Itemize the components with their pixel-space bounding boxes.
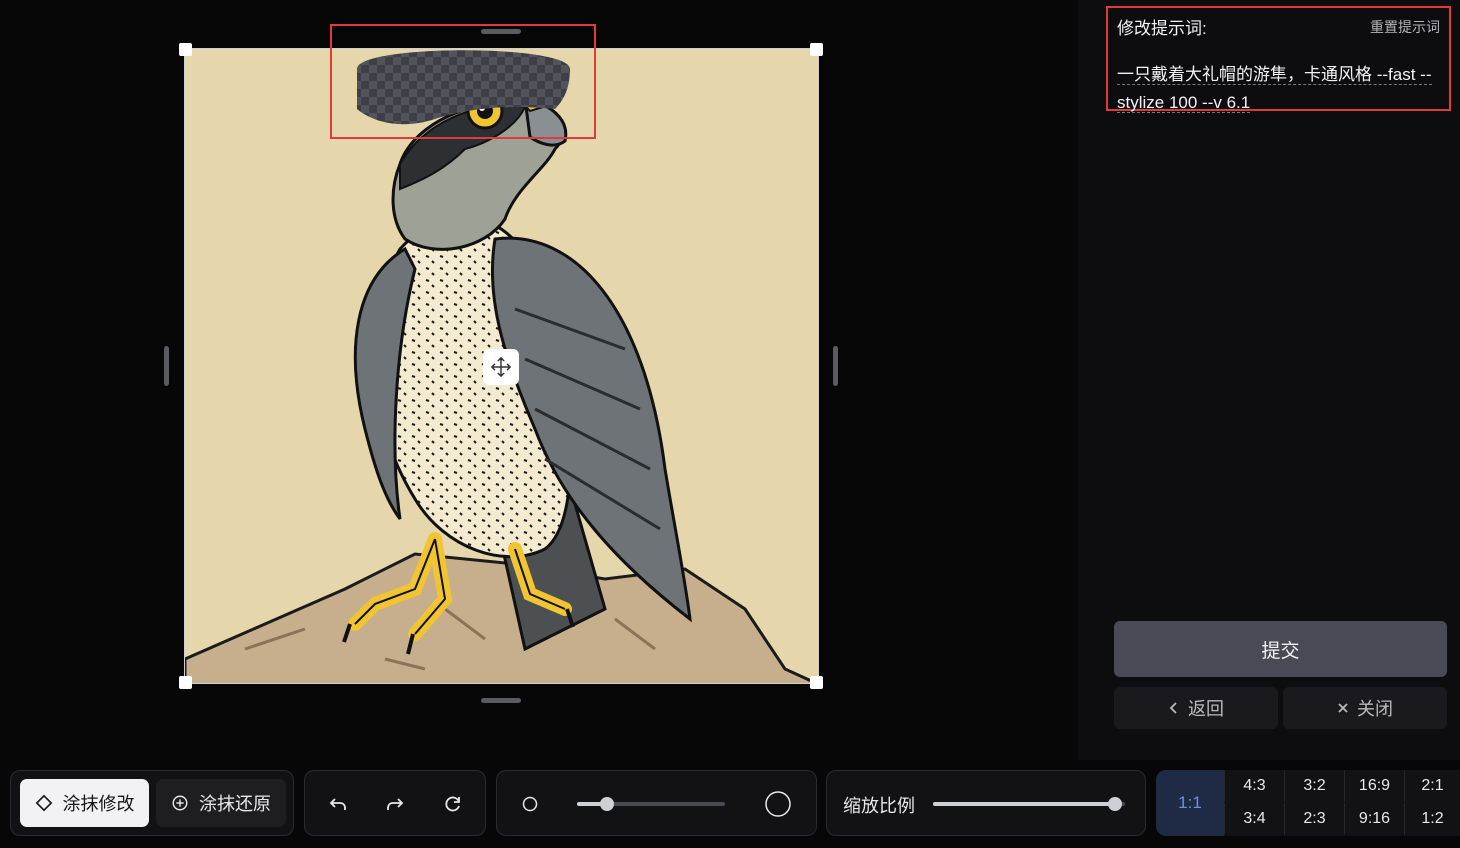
ratio-option[interactable]: 9:16 [1344, 803, 1404, 835]
redo-icon [387, 798, 404, 810]
resize-handle-bottom-right[interactable] [810, 676, 823, 689]
close-label: 关闭 [1357, 699, 1393, 719]
zoom-slider[interactable] [1108, 797, 1122, 811]
resize-handle-bottom[interactable] [481, 698, 521, 703]
paint-restore-button[interactable]: 涂抹还原 [156, 779, 286, 827]
refresh-icon [445, 796, 460, 812]
paint-edit-button[interactable]: 涂抹修改 [20, 779, 149, 827]
undo-button[interactable] [323, 789, 353, 819]
plus-circle-icon [172, 795, 188, 811]
prompt-text: 一只戴着大礼帽的游隼，卡通风格 --fast --stylize 100 --v… [1117, 65, 1432, 113]
canvas-area [0, 0, 1078, 760]
chevron-left-icon [1169, 702, 1177, 714]
back-button[interactable]: 返回 [1114, 687, 1278, 729]
brush-size-group [496, 770, 817, 836]
ratio-option[interactable]: 4:3 [1224, 770, 1284, 802]
prompt-panel: 修改提示词: 重置提示词 一只戴着大礼帽的游隼，卡通风格 --fast --st… [1106, 6, 1451, 113]
paint-edit-label: 涂抹修改 [62, 794, 135, 814]
ratio-option[interactable]: 2:3 [1284, 803, 1344, 835]
resize-handle-bottom-left[interactable] [179, 676, 192, 689]
back-label: 返回 [1188, 699, 1224, 719]
move-arrows-icon [491, 357, 511, 377]
aspect-ratio-group: 1:1 4:3 3:2 16:9 2:1 3:4 2:3 9:16 1:2 [1156, 770, 1460, 836]
undo-icon [329, 798, 346, 810]
submit-button[interactable]: 提交 [1114, 621, 1447, 677]
zoom-group: 缩放比例 [826, 770, 1146, 836]
resize-handle-right[interactable] [833, 346, 838, 386]
reset-prompt-button[interactable]: 重置提示词 [1370, 17, 1440, 37]
history-group [304, 770, 486, 836]
close-button[interactable]: 关闭 [1283, 687, 1447, 729]
eraser-icon [35, 794, 52, 812]
close-icon [1338, 703, 1348, 713]
prompt-title: 修改提示词: [1117, 19, 1207, 38]
paint-restore-label: 涂抹还原 [199, 794, 271, 814]
prompt-textarea[interactable]: 一只戴着大礼帽的游隼，卡通风格 --fast --stylize 100 --v… [1117, 61, 1440, 117]
ratio-option[interactable]: 2:1 [1404, 770, 1460, 802]
resize-handle-top-left[interactable] [179, 43, 192, 56]
large-brush-icon [765, 791, 791, 817]
reset-button[interactable] [438, 789, 468, 819]
ratio-option[interactable]: 3:2 [1284, 770, 1344, 802]
redo-button[interactable] [380, 789, 410, 819]
zoom-fill [933, 802, 1115, 806]
resize-handle-top-right[interactable] [810, 43, 823, 56]
ratio-option[interactable]: 1:2 [1404, 803, 1460, 835]
ratio-option-1-1[interactable]: 1:1 [1156, 770, 1224, 836]
highlight-box-erased-area [330, 24, 596, 139]
brush-size-slider[interactable] [600, 797, 614, 811]
ratio-option[interactable]: 16:9 [1344, 770, 1404, 802]
zoom-label: 缩放比例 [843, 796, 915, 816]
paint-tools-group: 涂抹修改 涂抹还原 [10, 770, 294, 836]
small-brush-icon [522, 796, 538, 812]
resize-handle-left[interactable] [164, 346, 169, 386]
move-button[interactable] [483, 349, 519, 385]
ratio-option[interactable]: 3:4 [1224, 803, 1284, 835]
